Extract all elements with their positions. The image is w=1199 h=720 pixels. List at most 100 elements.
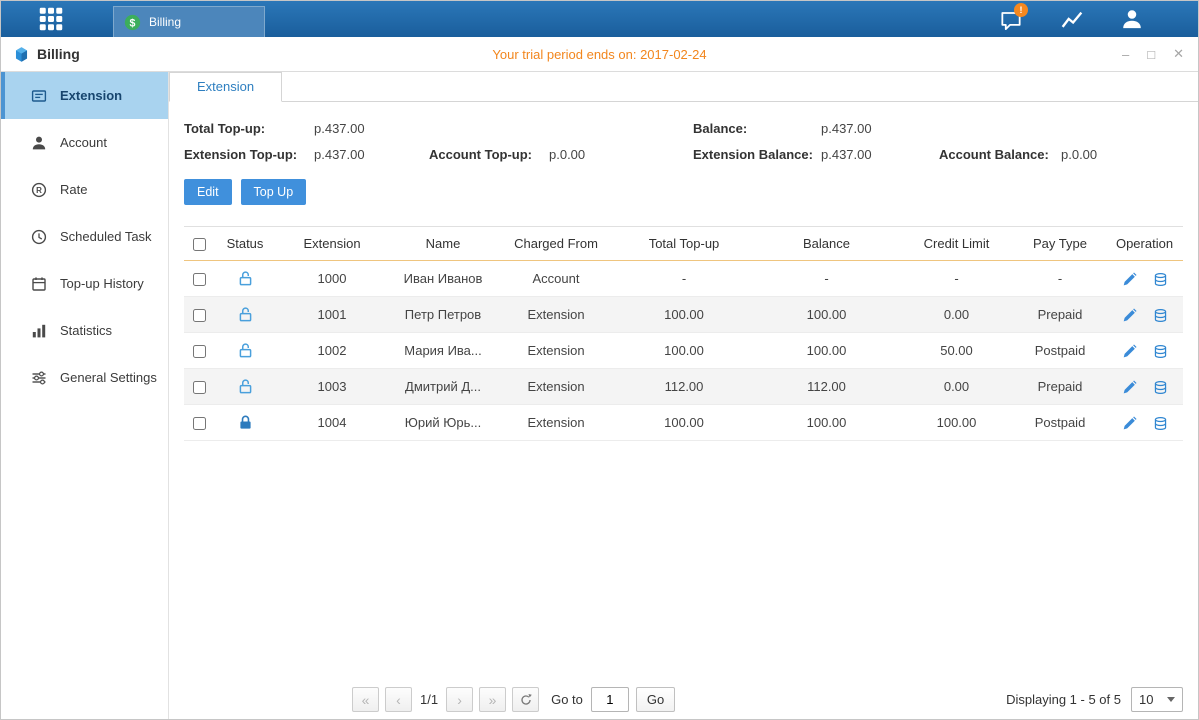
operation-cell	[1106, 261, 1183, 297]
operation-cell	[1106, 297, 1183, 333]
table-row: 1003Дмитрий Д...Extension112.00112.000.0…	[184, 369, 1183, 405]
pay-type-cell: Postpaid	[1014, 405, 1106, 441]
page-size-value: 10	[1139, 692, 1153, 707]
lock-open-icon[interactable]	[237, 270, 254, 287]
name-cell: Петр Петров	[388, 297, 498, 333]
credit-limit-cell: -	[899, 261, 1014, 297]
extension-topup-value: p.437.00	[314, 147, 429, 162]
column-header-name: Name	[388, 227, 498, 261]
table-row: 1001Петр ПетровExtension100.00100.000.00…	[184, 297, 1183, 333]
credit-limit-cell: 50.00	[899, 333, 1014, 369]
sidebar-item-label: Statistics	[60, 323, 112, 338]
next-page-button[interactable]: ›	[446, 687, 473, 712]
lock-closed-icon[interactable]	[237, 414, 254, 431]
apps-grid-icon[interactable]	[39, 7, 63, 31]
rate-icon: R	[31, 182, 47, 198]
page-size-select[interactable]: 10	[1131, 687, 1183, 712]
billing-app-window: $ Billing ! Billing Your trial period en…	[0, 0, 1199, 720]
sidebar-item-account[interactable]: Account	[1, 119, 168, 166]
first-page-button[interactable]: «	[352, 687, 379, 712]
topbar-tab-label: Billing	[149, 15, 181, 29]
tab-extension[interactable]: Extension	[169, 72, 282, 102]
lock-open-icon[interactable]	[237, 378, 254, 395]
row-checkbox[interactable]	[193, 381, 206, 394]
pay-type-cell: Postpaid	[1014, 333, 1106, 369]
operation-cell	[1106, 369, 1183, 405]
lock-open-icon[interactable]	[237, 306, 254, 323]
select-all-checkbox[interactable]	[193, 238, 206, 251]
account-topup-label: Account Top-up:	[429, 147, 549, 162]
dollar-circle-icon: $	[124, 14, 141, 31]
extension-icon	[31, 88, 47, 104]
table-row: 1000Иван ИвановAccount----	[184, 261, 1183, 297]
sidebar-item-label: Top-up History	[60, 276, 144, 291]
notification-badge: !	[1014, 3, 1028, 17]
edit-icon[interactable]	[1122, 380, 1137, 395]
app-title: Billing	[13, 37, 80, 71]
sidebar-item-extension[interactable]: Extension	[1, 72, 168, 119]
sidebar-item-rate[interactable]: RRate	[1, 166, 168, 213]
balance-cell: -	[754, 261, 899, 297]
extension-topup-label: Extension Top-up:	[184, 147, 314, 162]
total-topup-label: Total Top-up:	[184, 121, 314, 136]
column-header-status: Status	[214, 227, 276, 261]
minimize-button[interactable]: –	[1122, 47, 1129, 62]
total-topup-cell: 100.00	[614, 405, 754, 441]
trial-notice: Your trial period ends on: 2017-02-24	[1, 37, 1198, 71]
edit-button[interactable]: Edit	[184, 179, 232, 205]
sidebar-item-top-up-history[interactable]: Top-up History	[1, 260, 168, 307]
credit-limit-cell: 100.00	[899, 405, 1014, 441]
displaying-text: Displaying 1 - 5 of 5	[1006, 692, 1121, 707]
goto-page-input[interactable]	[591, 687, 629, 712]
prev-page-button[interactable]: ‹	[385, 687, 412, 712]
column-header-credit-limit: Credit Limit	[899, 227, 1014, 261]
refresh-button[interactable]	[512, 687, 539, 712]
column-header-charged-from: Charged From	[498, 227, 614, 261]
name-cell: Иван Иванов	[388, 261, 498, 297]
column-header-extension: Extension	[276, 227, 388, 261]
row-checkbox[interactable]	[193, 417, 206, 430]
account-balance-value: p.0.00	[1061, 147, 1183, 162]
account-balance-label: Account Balance:	[939, 147, 1061, 162]
row-checkbox[interactable]	[193, 273, 206, 286]
sidebar-item-general-settings[interactable]: General Settings	[1, 354, 168, 401]
edit-icon[interactable]	[1122, 272, 1137, 287]
sidebar-item-scheduled-task[interactable]: Scheduled Task	[1, 213, 168, 260]
topup-icon[interactable]	[1153, 344, 1168, 359]
topup-icon[interactable]	[1153, 380, 1168, 395]
sidebar-item-label: Scheduled Task	[60, 229, 152, 244]
sidebar-item-statistics[interactable]: Statistics	[1, 307, 168, 354]
chat-icon[interactable]: !	[1000, 10, 1022, 32]
topbar-tab-billing[interactable]: $ Billing	[113, 6, 265, 37]
tab-strip: Extension	[169, 72, 1198, 102]
edit-icon[interactable]	[1122, 344, 1137, 359]
maximize-button[interactable]: □	[1147, 47, 1155, 62]
lock-open-icon[interactable]	[237, 342, 254, 359]
svg-text:$: $	[130, 17, 136, 29]
sidebar-item-label: Extension	[60, 88, 122, 103]
svg-text:R: R	[36, 186, 42, 195]
chart-icon[interactable]	[1061, 9, 1083, 31]
go-button[interactable]: Go	[636, 687, 675, 712]
close-button[interactable]: ✕	[1173, 46, 1184, 62]
status-cell	[214, 405, 276, 441]
topup-button[interactable]: Top Up	[241, 179, 307, 205]
row-checkbox[interactable]	[193, 309, 206, 322]
column-header-operation: Operation	[1106, 227, 1183, 261]
content: Total Top-up: p.437.00 Balance: p.437.00…	[169, 102, 1198, 441]
topup-icon[interactable]	[1153, 416, 1168, 431]
topup-icon[interactable]	[1153, 308, 1168, 323]
page-indicator: 1/1	[420, 692, 438, 707]
table-body: 1000Иван ИвановAccount----1001Петр Петро…	[184, 261, 1183, 441]
row-checkbox[interactable]	[193, 345, 206, 358]
column-header-balance: Balance	[754, 227, 899, 261]
summary-panel: Total Top-up: p.437.00 Balance: p.437.00…	[184, 102, 1183, 162]
charged-from-cell: Extension	[498, 297, 614, 333]
topup-icon[interactable]	[1153, 272, 1168, 287]
pay-type-cell: Prepaid	[1014, 369, 1106, 405]
edit-icon[interactable]	[1122, 416, 1137, 431]
edit-icon[interactable]	[1122, 308, 1137, 323]
last-page-button[interactable]: »	[479, 687, 506, 712]
user-icon[interactable]	[1121, 8, 1143, 30]
balance-cell: 100.00	[754, 333, 899, 369]
